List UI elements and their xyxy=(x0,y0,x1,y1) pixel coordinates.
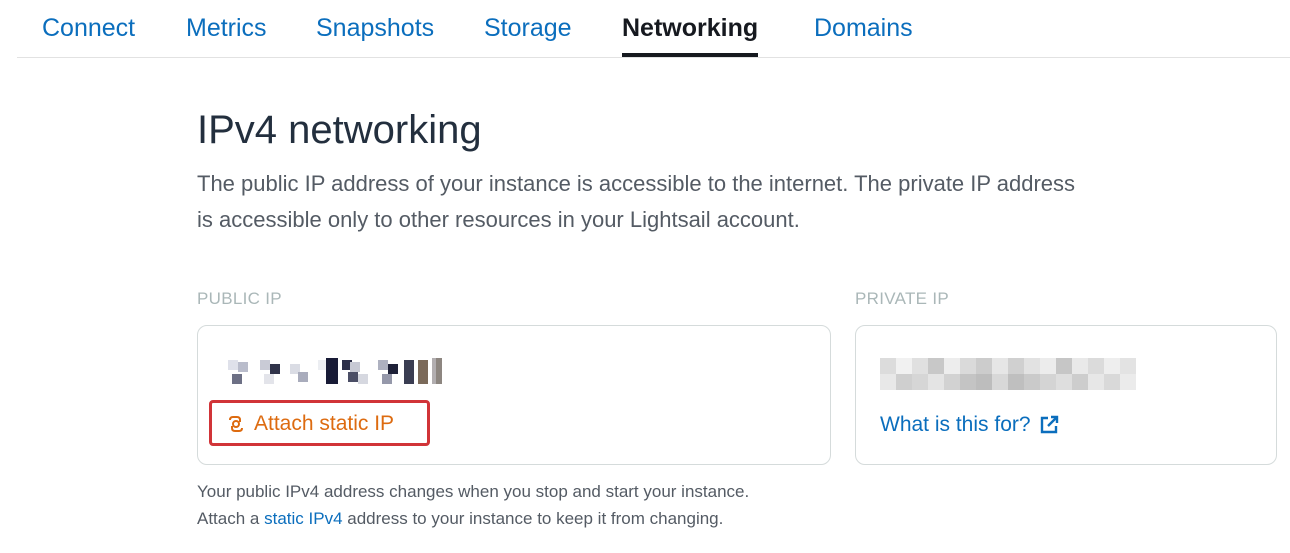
tab-domains[interactable]: Domains xyxy=(814,12,913,57)
static-ip-chain-icon xyxy=(226,414,246,434)
footnote-prefix: Attach a xyxy=(197,509,265,528)
attach-static-ip-highlight: Attach static IP xyxy=(209,400,430,446)
tab-metrics[interactable]: Metrics xyxy=(186,12,267,57)
public-ip-label: PUBLIC IP xyxy=(197,289,282,308)
tab-connect[interactable]: Connect xyxy=(42,12,135,57)
public-ip-value-redacted xyxy=(228,356,448,386)
section-description: The public IP address of your instance i… xyxy=(197,171,1076,232)
what-is-this-for-label: What is this for? xyxy=(880,413,1031,436)
tab-networking[interactable]: Networking xyxy=(622,12,759,57)
footnote-line-2: Attach a static IPv4 address to your ins… xyxy=(197,505,837,532)
what-is-this-for-link[interactable]: What is this for? xyxy=(880,412,1059,438)
section-title: IPv4 networking xyxy=(197,108,482,152)
public-ip-card: Attach static IP xyxy=(197,325,831,465)
ip-footnote: Your public IPv4 address changes when yo… xyxy=(197,478,837,532)
instance-tab-bar: Connect Metrics Snapshots Storage Networ… xyxy=(17,0,1290,58)
attach-static-ip-label: Attach static IP xyxy=(254,412,395,435)
private-ip-value-redacted xyxy=(880,358,1140,390)
private-ip-card: What is this for? xyxy=(855,325,1277,465)
footnote-suffix: address to your instance to keep it from… xyxy=(342,509,724,528)
tab-storage[interactable]: Storage xyxy=(484,12,572,57)
attach-static-ip-button[interactable]: Attach static IP xyxy=(226,411,394,437)
footnote-line-1: Your public IPv4 address changes when yo… xyxy=(197,482,750,501)
external-link-icon xyxy=(1039,415,1059,435)
tab-snapshots[interactable]: Snapshots xyxy=(316,12,434,57)
static-ipv4-link[interactable]: static IPv4 xyxy=(264,509,342,528)
private-ip-label: PRIVATE IP xyxy=(855,289,950,308)
